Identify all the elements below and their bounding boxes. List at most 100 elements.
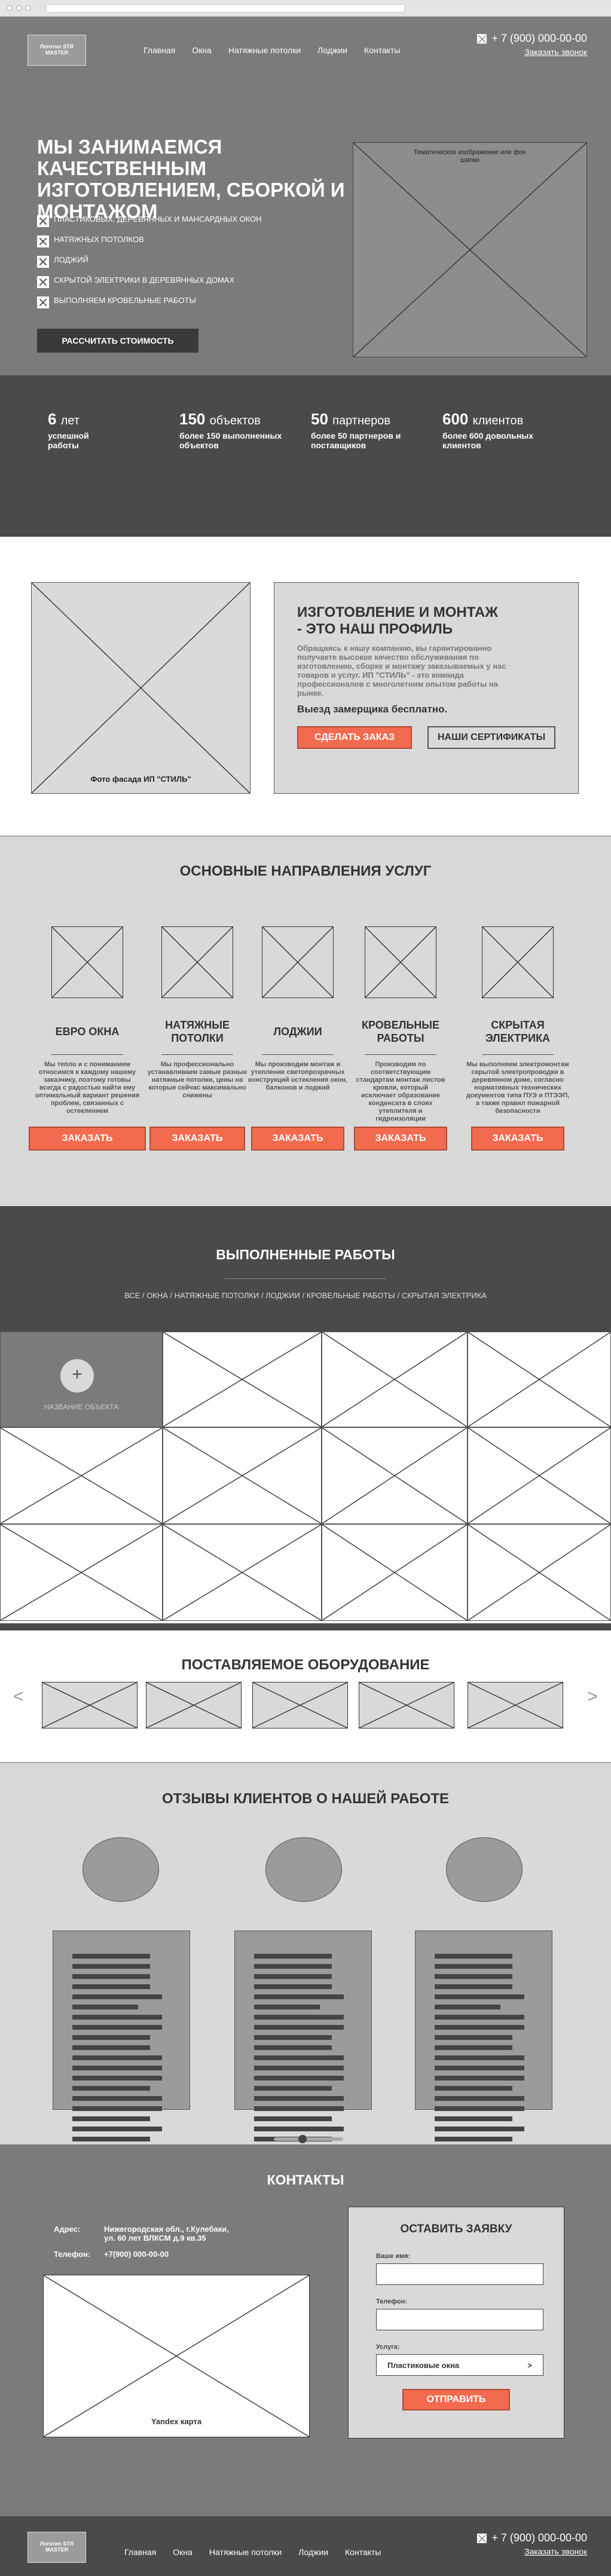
text-line (254, 2045, 332, 2050)
service-card: СКРЫТАЯ ЭЛЕКТРИКА Мы выполняем электромо… (464, 926, 572, 1151)
facade-photo-caption: Фото фасада ИП "СТИЛЬ" (90, 775, 191, 784)
services-section: ОСНОВНЫЕ НАПРАВЛЕНИЯ УСЛУГ ЕВРО ОКНА Мы … (0, 836, 611, 1206)
service-order-button[interactable]: ЗАКАЗАТЬ (29, 1127, 146, 1151)
text-line (435, 2045, 512, 2050)
map-placeholder[interactable]: Yandex карта (43, 2275, 310, 2437)
slider-handle[interactable] (298, 2135, 307, 2143)
service-select[interactable]: Пластиковые окна > (376, 2354, 543, 2376)
footer: Логотип STR MASTER Главная Окна Натяжные… (0, 2516, 611, 2576)
logo[interactable]: Логотип STR MASTER (28, 35, 86, 66)
header-phone[interactable]: + 7 (900) 000-00-00 (491, 32, 587, 45)
check-icon (37, 256, 49, 268)
gallery-item[interactable] (322, 1427, 468, 1524)
text-line (72, 2025, 162, 2030)
works-filters[interactable]: ВСЕ / ОКНА / НАТЯЖНЫЕ ПОТОЛКИ / ЛОДЖИИ /… (0, 1291, 611, 1300)
service-order-button[interactable]: ЗАКАЗАТЬ (471, 1127, 564, 1151)
service-image-placeholder (262, 926, 334, 998)
address-bar[interactable] (46, 4, 405, 13)
stat-item: 600 клиентов более 600 довольных клиенто… (442, 410, 534, 450)
text-line (435, 2005, 500, 2009)
phone-field[interactable] (376, 2309, 543, 2330)
equipment-item[interactable] (146, 1682, 242, 1728)
divider (365, 1054, 436, 1055)
review-card (415, 1931, 552, 2152)
window-dot[interactable] (25, 5, 30, 11)
text-line (254, 2055, 344, 2060)
nav-ceilings[interactable]: Натяжные потолки (228, 45, 301, 55)
service-order-button[interactable]: ЗАКАЗАТЬ (251, 1127, 344, 1151)
text-line (72, 2106, 162, 2111)
footer-phone[interactable]: + 7 (900) 000-00-00 (491, 2532, 587, 2544)
certificates-button[interactable]: НАШИ СЕРТИФИКАТЫ (427, 726, 555, 749)
gallery-item[interactable] (163, 1524, 322, 1621)
phone-icon (477, 2533, 487, 2543)
main-nav: Главная Окна Натяжные потолки Лоджии Кон… (143, 45, 417, 55)
nav-loggias[interactable]: Лоджии (298, 2547, 328, 2557)
footer-contacts: + 7 (900) 000-00-00 Заказать звонок (477, 2532, 587, 2556)
services-title: ОСНОВНЫЕ НАПРАВЛЕНИЯ УСЛУГ (179, 863, 432, 879)
text-line (72, 2035, 150, 2040)
window-dot[interactable] (16, 5, 22, 11)
works-header: ВЫПОЛНЕННЫЕ РАБОТЫ ВСЕ / ОКНА / НАТЯЖНЫЕ… (0, 1206, 611, 1332)
gallery-item[interactable] (0, 1524, 163, 1621)
text-line (72, 1974, 150, 1979)
gallery-item[interactable] (163, 1427, 322, 1524)
logo-text: Логотип STR MASTER (39, 44, 74, 56)
nav-loggias[interactable]: Лоджии (317, 45, 347, 55)
gallery-item[interactable] (468, 1332, 611, 1427)
text-line (435, 1974, 512, 1979)
contacts-title: КОНТАКТЫ (267, 2172, 344, 2188)
plus-icon[interactable]: + (60, 1359, 94, 1393)
text-line (254, 2005, 320, 2009)
feature-item: ЛОДЖИЙ (37, 256, 276, 268)
calculate-cost-button[interactable]: РАССЧИТАТЬ СТОИМОСТЬ (37, 329, 198, 353)
text-line (435, 2025, 524, 2030)
service-order-button[interactable]: ЗАКАЗАТЬ (354, 1127, 447, 1151)
equipment-item[interactable] (468, 1682, 563, 1728)
name-field[interactable] (376, 2263, 543, 2285)
footer-logo[interactable]: Логотип STR MASTER (28, 2532, 86, 2563)
equipment-item[interactable] (252, 1682, 348, 1728)
text-line (254, 1994, 344, 1999)
reviews-slider[interactable] (274, 2135, 343, 2143)
gallery-item[interactable] (163, 1332, 322, 1427)
gallery-item[interactable] (322, 1332, 468, 1427)
phone-value[interactable]: +7(900) 000-00-00 (104, 2250, 236, 2259)
phone-row: Телефон: +7(900) 000-00-00 (54, 2250, 236, 2259)
text-line (72, 2055, 162, 2060)
text-line (72, 2116, 150, 2121)
callback-link[interactable]: Заказать звонок (477, 47, 587, 57)
text-line (435, 2137, 512, 2141)
gallery-item[interactable] (0, 1427, 163, 1524)
service-desc: Мы тепло и с пониманием относимся к кажд… (35, 1061, 140, 1115)
nav-windows[interactable]: Окна (192, 45, 212, 55)
gallery-item[interactable] (468, 1427, 611, 1524)
text-line (435, 1964, 512, 1969)
nav-windows[interactable]: Окна (173, 2547, 193, 2557)
text-line (435, 1984, 512, 1989)
window-dot[interactable] (7, 5, 13, 11)
text-line (254, 2066, 344, 2070)
gallery-item[interactable] (322, 1524, 468, 1621)
text-line (254, 2096, 344, 2101)
text-line (435, 2086, 512, 2091)
make-order-button[interactable]: СДЕЛАТЬ ЗАКАЗ (297, 726, 413, 749)
service-image-placeholder (161, 926, 233, 998)
nav-contacts[interactable]: Контакты (364, 45, 400, 55)
service-order-button[interactable]: ЗАКАЗАТЬ (149, 1127, 245, 1151)
nav-ceilings[interactable]: Натяжные потолки (209, 2547, 282, 2557)
equipment-item[interactable] (359, 1682, 454, 1728)
reviews-section: ОТЗЫВЫ КЛИЕНТОВ О НАШЕЙ РАБОТЕ (0, 1762, 611, 2152)
text-line (72, 2005, 138, 2009)
gallery-item[interactable] (468, 1524, 611, 1621)
chevron-right-icon[interactable]: > (587, 1687, 598, 1707)
gallery-item-active[interactable]: + НАЗВАНИЕ ОБЪЕКТА (0, 1332, 163, 1427)
equipment-item[interactable] (42, 1682, 138, 1728)
nav-home[interactable]: Главная (124, 2547, 156, 2557)
submit-button[interactable]: ОТПРАВИТЬ (402, 2389, 510, 2410)
divider (225, 1278, 386, 1279)
nav-contacts[interactable]: Контакты (345, 2547, 381, 2557)
callback-link[interactable]: Заказать звонок (477, 2547, 587, 2556)
nav-home[interactable]: Главная (143, 45, 175, 55)
chevron-left-icon[interactable]: < (13, 1687, 24, 1707)
